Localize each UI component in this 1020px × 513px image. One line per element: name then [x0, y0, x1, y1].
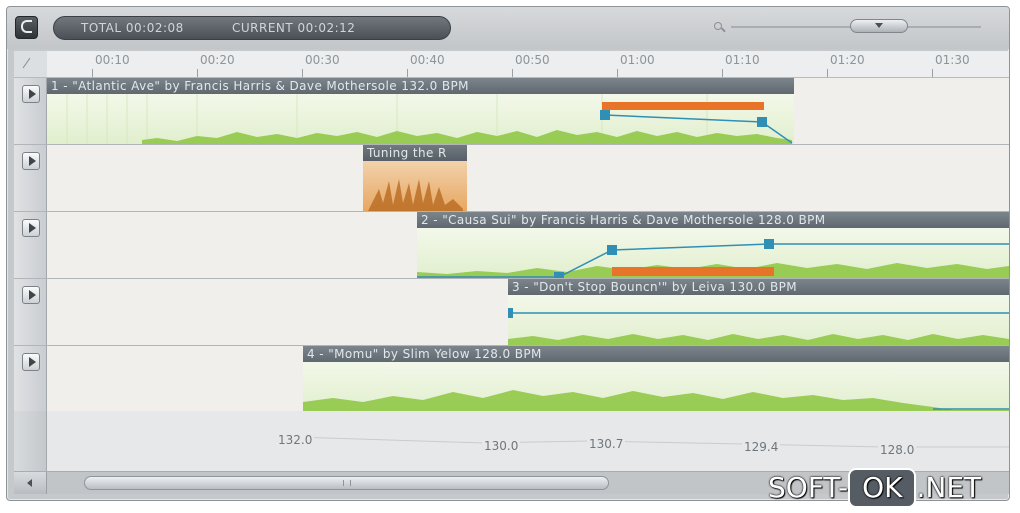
ruler-tick [407, 69, 408, 77]
play-button[interactable] [22, 152, 40, 170]
ruler-tick [827, 69, 828, 77]
play-icon [29, 89, 36, 99]
clip-title: 3 - "Don't Stop Bouncn'" by Leiva 130.0 … [508, 279, 1009, 295]
watermark: SOFT- OK .NET [768, 468, 981, 508]
track-1-header [14, 78, 47, 144]
play-icon [29, 156, 36, 166]
ruler-tick [92, 69, 93, 77]
top-toolbar: TOTAL 00:02:08 CURRENT 00:02:12 [7, 7, 1009, 49]
clip-waveform-area [508, 295, 1009, 345]
tempo-value-label: 129.4 [742, 440, 781, 454]
ruler-tick-label: 00:40 [410, 53, 445, 67]
tempo-value-label: 132.0 [276, 433, 315, 447]
play-icon [29, 223, 36, 233]
clip-waveform-area [363, 161, 467, 211]
pencil-icon [22, 57, 31, 69]
clip-atlantic-ave[interactable]: 1 - "Atlantic Ave" by Francis Harris & D… [47, 78, 794, 144]
tempo-value-label: 128.0 [878, 443, 917, 457]
scroll-left-button[interactable] [14, 472, 47, 494]
track-4-header [14, 279, 47, 345]
track-1: 1 - "Atlantic Ave" by Francis Harris & D… [14, 78, 1009, 145]
ruler-tick [932, 69, 933, 77]
ruler-tick-label: 01:20 [830, 53, 865, 67]
clip-waveform-area [47, 94, 794, 144]
clip-title: 4 - "Momu" by Slim Yelow 128.0 BPM [303, 346, 1009, 362]
waveform-graphic [417, 239, 1009, 278]
clip-waveform-area [303, 362, 1009, 412]
clip-momu[interactable]: 4 - "Momu" by Slim Yelow 128.0 BPM [303, 346, 1009, 412]
ruler-tick-label: 00:20 [200, 53, 235, 67]
track-4: 3 - "Don't Stop Bouncn'" by Leiva 130.0 … [14, 279, 1009, 346]
ruler-tick [512, 69, 513, 77]
clip-tuning[interactable]: Tuning the R [363, 145, 467, 211]
arrow-left-icon [27, 479, 32, 487]
waveform-graphic [508, 308, 1009, 345]
ruler-tick-label: 01:10 [725, 53, 760, 67]
play-button[interactable] [22, 286, 40, 304]
slider-arrow-icon [875, 23, 883, 28]
tempo-value-label: 130.0 [482, 439, 521, 453]
clip-title: 2 - "Causa Sui" by Francis Harris & Dave… [417, 212, 1009, 228]
clip-waveform-area [417, 228, 1009, 278]
track-5: 4 - "Momu" by Slim Yelow 128.0 BPM [14, 346, 1009, 413]
waveform-graphic [368, 179, 463, 211]
track-3-header [14, 212, 47, 278]
watermark-right: .NET [916, 471, 982, 504]
clip-title: Tuning the R [363, 145, 467, 161]
ruler-tick [617, 69, 618, 77]
ruler-tick-label: 00:10 [95, 53, 130, 67]
zoom-magnifier-icon [714, 22, 724, 32]
play-icon [29, 290, 36, 300]
time-display: TOTAL 00:02:08 CURRENT 00:02:12 [53, 16, 451, 40]
grip-icon [343, 480, 351, 486]
clip-causa-sui[interactable]: 2 - "Causa Sui" by Francis Harris & Dave… [417, 212, 1009, 278]
watermark-ok: OK [848, 468, 917, 508]
track-2: Tuning the R [14, 145, 1009, 212]
watermark-left: SOFT- [768, 471, 849, 504]
clip-dont-stop-bouncin[interactable]: 3 - "Don't Stop Bouncn'" by Leiva 130.0 … [508, 279, 1009, 345]
track-3: 2 - "Causa Sui" by Francis Harris & Dave… [14, 212, 1009, 279]
ruler-tick-label: 00:50 [515, 53, 550, 67]
logo-c-icon [21, 20, 32, 33]
ruler-tick-label: 00:30 [305, 53, 340, 67]
scrollbar-thumb[interactable] [84, 476, 609, 490]
mixer-window: TOTAL 00:02:08 CURRENT 00:02:12 00:10 00:… [6, 6, 1010, 501]
ruler-tick-label: 01:30 [935, 53, 970, 67]
ruler-corner [14, 51, 48, 78]
clip-title: 1 - "Atlantic Ave" by Francis Harris & D… [47, 78, 794, 94]
play-button[interactable] [22, 353, 40, 371]
play-button[interactable] [22, 219, 40, 237]
ruler-tick-label: 01:00 [620, 53, 655, 67]
ruler-tick [197, 69, 198, 77]
app-logo-button[interactable] [15, 16, 38, 39]
track-2-header [14, 145, 47, 211]
track-5-header [14, 346, 47, 412]
timeline-ruler[interactable]: 00:10 00:20 00:30 00:40 00:50 01:00 01:10 01:20… [47, 51, 1009, 78]
zoom-slider-thumb[interactable] [850, 19, 908, 33]
total-time-label: TOTAL 00:02:08 [81, 21, 184, 35]
current-time-label: CURRENT 00:02:12 [232, 21, 356, 35]
tempo-lane: 132.0 130.0 130.7 129.4 128.0 [14, 411, 1009, 471]
waveform-graphic [303, 390, 1009, 412]
waveform-graphic [66, 94, 793, 144]
tempo-value-label: 130.7 [587, 437, 626, 451]
ruler-tick [302, 69, 303, 77]
play-icon [29, 357, 36, 367]
play-button[interactable] [22, 85, 40, 103]
ruler-tick [722, 69, 723, 77]
